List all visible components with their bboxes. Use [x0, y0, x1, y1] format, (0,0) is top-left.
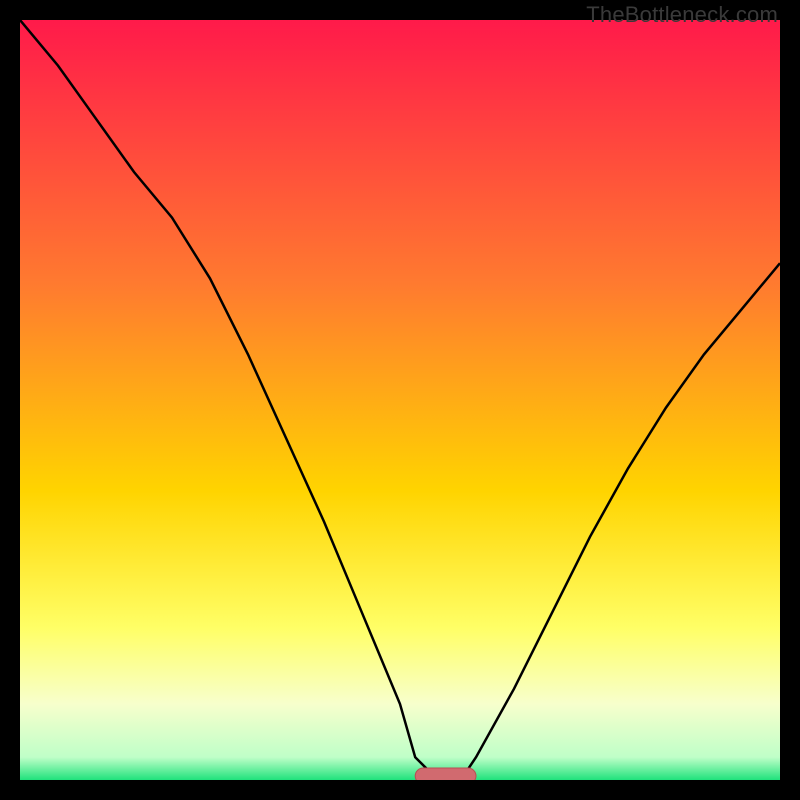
gradient-background	[20, 20, 780, 780]
bottleneck-chart	[20, 20, 780, 780]
chart-frame	[20, 20, 780, 780]
optimum-marker	[415, 768, 476, 780]
